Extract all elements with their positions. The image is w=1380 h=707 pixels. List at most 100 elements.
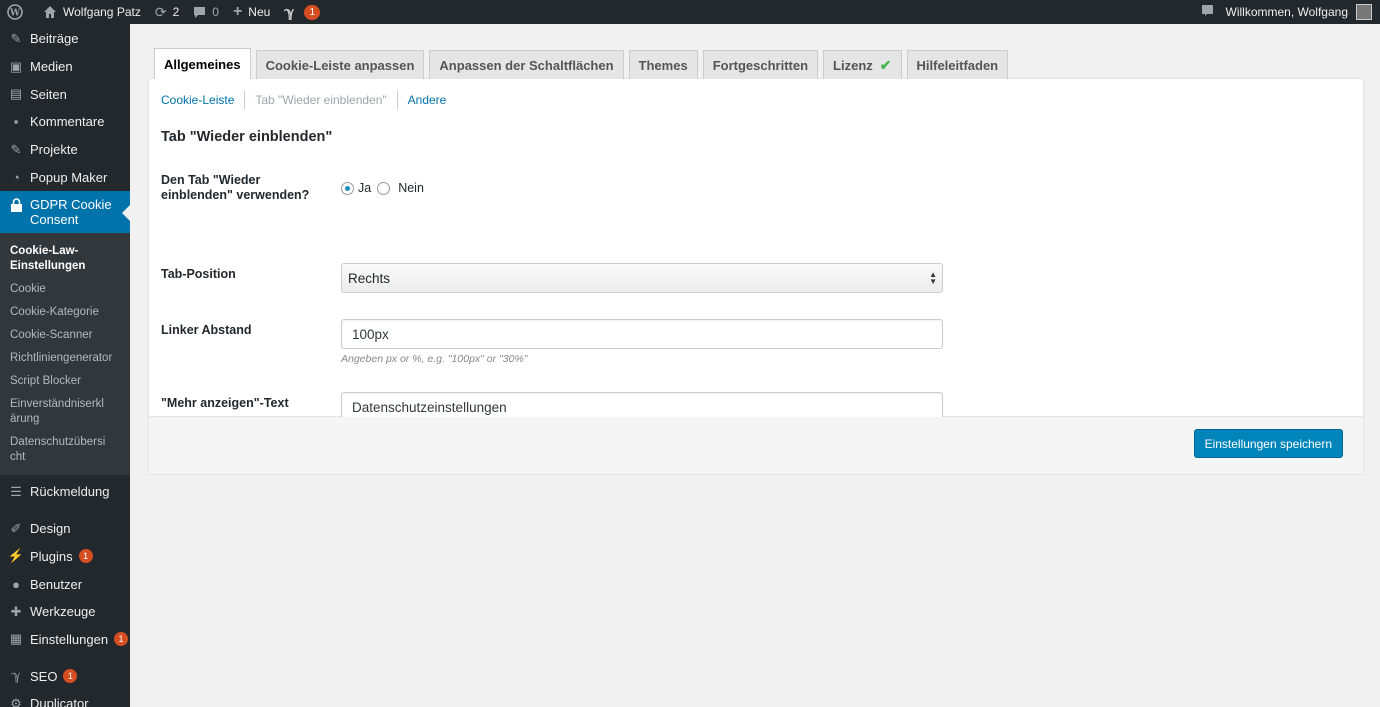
wrench-icon: ✚ <box>10 603 22 619</box>
submenu-item[interactable]: Cookie-Kategorie <box>0 301 130 324</box>
refresh-icon: ⟳ <box>154 3 167 20</box>
user-icon: ● <box>12 576 20 592</box>
subnav-cookie-bar[interactable]: Cookie-Leiste <box>161 93 234 107</box>
site-name: Wolfgang Patz <box>63 5 141 19</box>
tab-fortgeschritten[interactable]: Fortgeschritten <box>702 50 819 79</box>
submenu-item[interactable]: Cookie <box>0 278 130 301</box>
yoast-icon: ℽ <box>11 668 21 684</box>
tab-hilfeleitfaden[interactable]: Hilfeleitfaden <box>906 50 1009 79</box>
admin-bar: W Wolfgang Patz ⟳ 2 0 + Neu ℽ 1 Willkomm… <box>0 0 1380 24</box>
sidebar-item-seo[interactable]: ℽ SEO 1 <box>0 662 130 690</box>
sidebar-item-label: Projekte <box>30 142 78 158</box>
seo-menu[interactable]: ℽ 1 <box>277 0 327 24</box>
subnav-show-again-tab[interactable]: Tab "Wieder einblenden" <box>255 93 386 107</box>
tab-label: Cookie-Leiste anpassen <box>265 57 415 73</box>
submenu-item[interactable]: Cookie-Scanner <box>0 324 130 347</box>
tab-cookie-leiste-anpassen[interactable]: Cookie-Leiste anpassen <box>255 50 425 79</box>
radio-no-label: Nein <box>398 181 424 195</box>
radio-yes[interactable] <box>341 181 354 195</box>
checkmark-icon: ✔ <box>879 56 892 73</box>
submenu-item[interactable]: Cookie-Law-Einstellungen <box>0 240 90 278</box>
tab-label: Themes <box>638 57 688 73</box>
pin-icon: ✎ <box>10 30 22 46</box>
comments-count: 0 <box>212 5 219 19</box>
tab-themes[interactable]: Themes <box>628 50 698 79</box>
more-text-input-value: Datenschutzeinstellungen <box>352 399 507 415</box>
sidebar-item-label: GDPR Cookie Consent <box>30 197 112 228</box>
sidebar-item-werkzeuge[interactable]: ✚ Werkzeuge <box>0 598 130 626</box>
sidebar-item-label: Beiträge <box>30 31 79 47</box>
sidebar-item-projekte[interactable]: ✎ Projekte <box>0 136 130 164</box>
sidebar-item-rückmeldung[interactable]: ☰ Rückmeldung <box>0 478 130 506</box>
margin-input-value: 100px <box>352 326 389 342</box>
avatar[interactable] <box>1356 4 1372 20</box>
update-count-badge: 1 <box>114 632 129 647</box>
submenu-item[interactable]: Datenschutzübersicht <box>0 431 120 469</box>
subnav-other[interactable]: Andere <box>408 93 447 107</box>
site-name-link[interactable]: Wolfgang Patz <box>36 0 148 24</box>
sidebar-item-label: Rückmeldung <box>30 484 110 500</box>
submenu-item[interactable]: Richtliniengenerator <box>0 347 130 370</box>
home-icon <box>43 5 57 19</box>
popup-icon: ◔ <box>12 169 20 185</box>
sidebar-item-label: Einstellungen <box>30 631 109 647</box>
more-text-label: "Mehr anzeigen"-Text <box>161 396 289 410</box>
save-settings-button[interactable]: Einstellungen speichern <box>1193 429 1343 458</box>
plus-icon: + <box>232 3 243 20</box>
tab-label: Hilfeleitfaden <box>916 57 999 73</box>
greeting: Willkommen, Wolfgang <box>1225 5 1348 19</box>
tab-anpassen-der-schaltflächen[interactable]: Anpassen der Schaltflächen <box>429 50 624 79</box>
sidebar-item-benutzer[interactable]: ● Benutzer <box>0 570 130 598</box>
wordpress-logo[interactable]: W <box>0 0 36 24</box>
main-content: Allgemeines Cookie-Leiste anpassen Anpasse… <box>148 48 1364 475</box>
tab-label: Lizenz <box>833 57 873 73</box>
svg-text:W: W <box>9 9 21 19</box>
position-label: Tab-Position <box>161 267 236 281</box>
sidebar-item-medien[interactable]: ▣ Medien <box>0 53 130 81</box>
margin-label: Linker Abstand <box>161 323 252 337</box>
yoast-icon: ℽ <box>284 3 295 20</box>
lock-icon <box>8 197 24 213</box>
settings-panel: Cookie-Leiste Tab "Wieder einblenden" An… <box>148 78 1364 422</box>
settings-tabs: Allgemeines Cookie-Leiste anpassen Anpasse… <box>148 48 1364 79</box>
sidebar-item-label: Kommentare <box>30 114 105 130</box>
gdpr-submenu: Cookie-Law-Einstellungen Cookie Cookie-Kat… <box>0 233 130 476</box>
sidebar-item-label: Benutzer <box>30 576 83 592</box>
sidebar-item-design[interactable]: ✐ Design <box>0 515 130 543</box>
plugin-icon: ⚡ <box>7 548 25 564</box>
sidebar-item-label: Seiten <box>30 86 67 102</box>
sidebar-item-kommentare[interactable]: ▪ Kommentare <box>0 108 130 136</box>
tab-allgemeines[interactable]: Allgemeines <box>154 48 251 79</box>
updates-count: 2 <box>172 5 180 19</box>
position-select-value: Rechts <box>348 270 391 286</box>
margin-hint: Angeben px or %, e.g. "100px" or "30%" <box>341 353 528 365</box>
update-count-badge: 1 <box>63 669 78 684</box>
brush-icon: ✐ <box>10 520 22 536</box>
sidebar-item-label: Werkzeuge <box>30 604 96 620</box>
tab-lizenz[interactable]: Lizenz ✔ <box>823 50 902 79</box>
sidebar-item-beiträge[interactable]: ✎ Beiträge <box>0 25 130 53</box>
margin-input[interactable]: 100px <box>341 319 943 349</box>
submenu-item[interactable]: Script Blocker <box>0 370 130 393</box>
sidebar-item-label: SEO <box>30 668 58 684</box>
radio-yes-label: Ja <box>358 181 372 195</box>
notification-icon[interactable] <box>1201 4 1214 20</box>
comments-link[interactable]: 0 <box>186 0 226 24</box>
radio-no[interactable] <box>377 181 391 195</box>
submenu-item[interactable]: Einverständniserklärung <box>0 393 120 431</box>
sidebar-item-einstellungen[interactable]: ▦ Einstellungen 1 <box>0 626 130 654</box>
sidebar-item-popup-maker[interactable]: ◔ Popup Maker <box>0 163 130 191</box>
sidebar-item-duplicator[interactable]: ⚙ Duplicator <box>0 690 130 707</box>
position-select[interactable]: Rechts ▲ ▼ <box>341 263 943 293</box>
new-content-link[interactable]: + Neu <box>226 0 277 24</box>
my-account[interactable]: Willkommen, Wolfgang <box>1201 0 1380 24</box>
sidebar-item-gdpr-cookie-consent[interactable]: GDPR Cookie Consent <box>0 191 130 234</box>
sidebar-item-plugins[interactable]: ⚡ Plugins 1 <box>0 543 130 571</box>
updates-link[interactable]: ⟳ 2 <box>148 0 186 24</box>
sidebar-item-seiten[interactable]: ▤ Seiten <box>0 80 130 108</box>
sidebar-item-label: Popup Maker <box>30 169 108 185</box>
use-tab-radio-group: Ja Nein <box>341 181 424 195</box>
sidebar-item-label: Duplicator <box>30 696 89 707</box>
use-tab-label: Den Tab "Wieder einblenden" verwenden? <box>161 173 310 202</box>
settings-icon: ▦ <box>9 631 23 647</box>
